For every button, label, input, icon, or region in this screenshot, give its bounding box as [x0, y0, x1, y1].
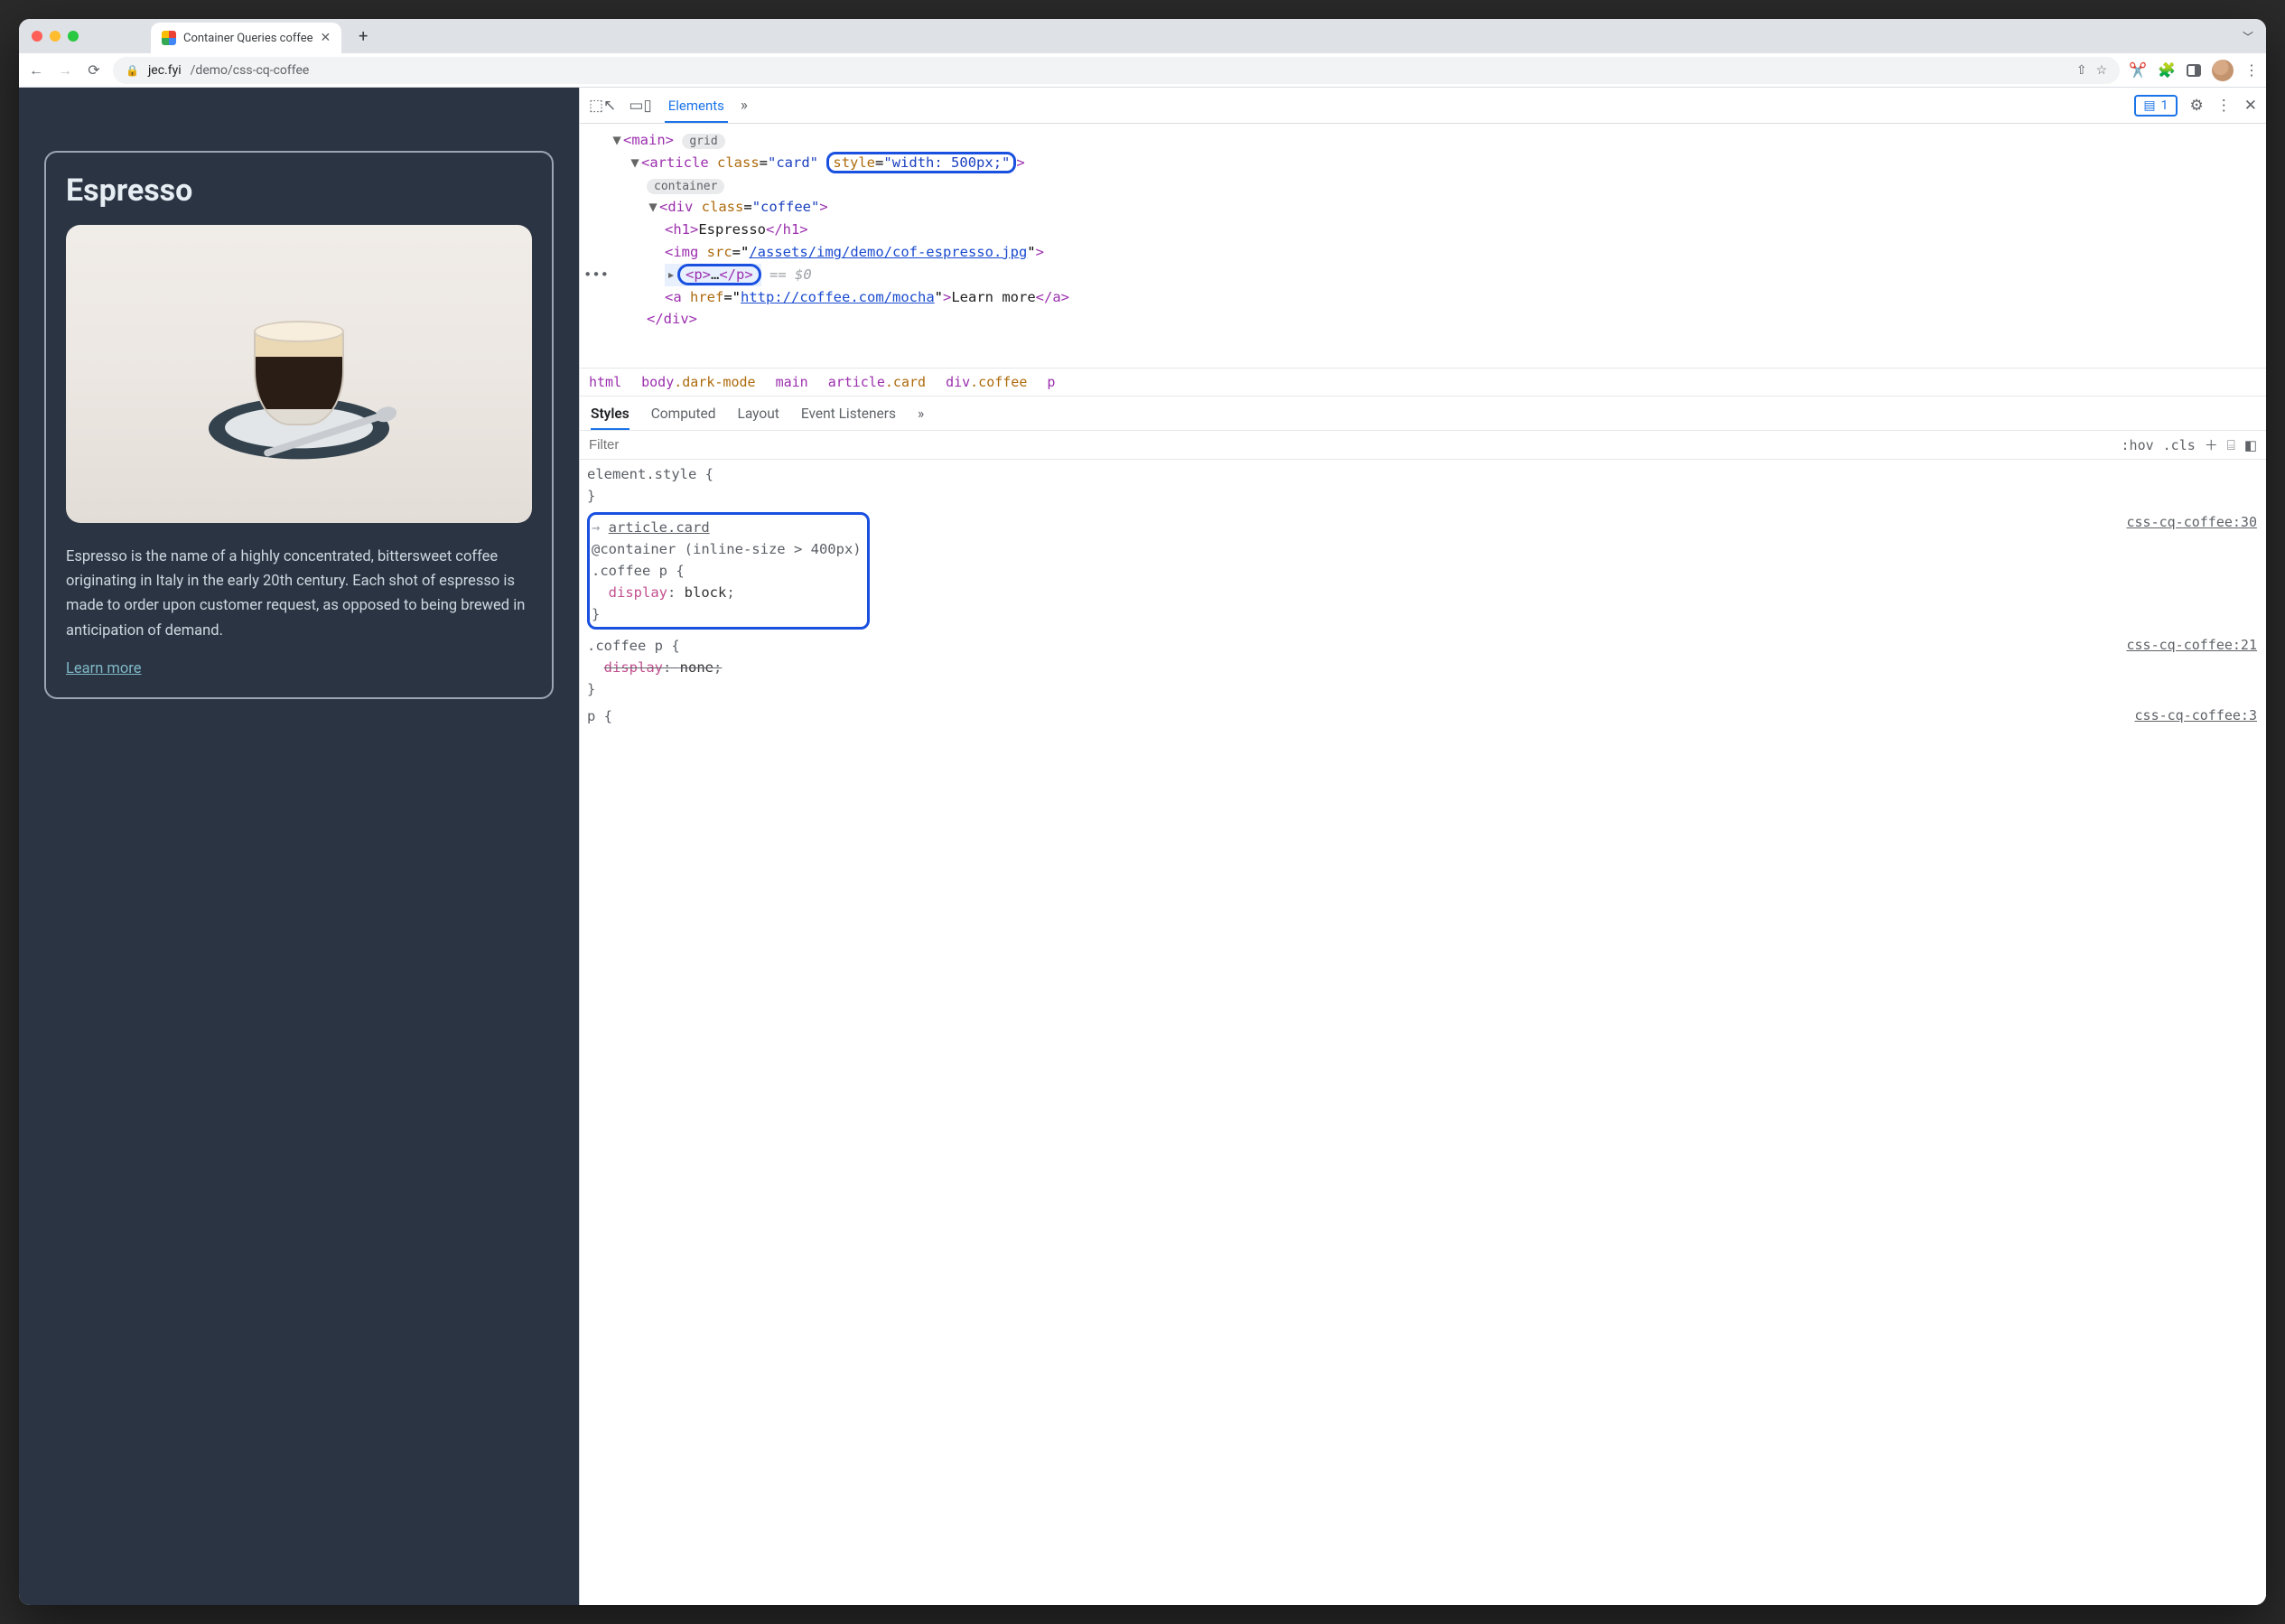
url-path: /demo/css-cq-coffee	[191, 63, 310, 78]
issues-count: 1	[2161, 98, 2168, 113]
style-rules-pane[interactable]: element.style {} → article.card @contain…	[580, 460, 2266, 1605]
browser-tab[interactable]: Container Queries coffee ✕	[151, 23, 341, 53]
close-devtools-icon[interactable]: ✕	[2244, 97, 2257, 115]
new-rule-icon[interactable]: ＋	[2205, 435, 2218, 454]
crumb-body: body.dark-mode	[641, 374, 755, 390]
devtools-tab-bar: ⬚↖ ▭▯ Elements » ▤ 1 ⚙ ⋮ ✕	[580, 88, 2266, 124]
tabs-overflow-icon[interactable]: ﹀	[2243, 29, 2253, 44]
styles-subtabs: Styles Computed Layout Event Listeners »	[580, 397, 2266, 431]
back-button[interactable]: ←	[26, 61, 46, 79]
page-viewport: Espresso Espresso is the name of a highl…	[19, 88, 579, 1605]
highlight-container-rule: → article.card @container (inline-size >…	[587, 512, 870, 630]
device-toggle-icon[interactable]: ▭▯	[629, 97, 651, 115]
styles-filter-input[interactable]	[589, 437, 2112, 453]
browser-toolbar: ← → ⟳ 🔒 jec.fyi/demo/css-cq-coffee ⇧ ☆ ✂…	[19, 53, 2266, 88]
maximize-window-button[interactable]	[68, 31, 79, 42]
highlight-p-element: <p>…</p>	[677, 264, 761, 285]
panel-icon[interactable]	[2187, 64, 2201, 77]
card-title: Espresso	[66, 173, 532, 209]
kebab-icon[interactable]: ⋮	[2216, 97, 2232, 115]
reload-button[interactable]: ⟳	[84, 61, 104, 79]
highlight-style-attr: style="width: 500px;"	[826, 152, 1016, 173]
elements-tree[interactable]: ▼<main> grid ▼<article class="card" styl…	[580, 124, 2266, 368]
subtab-styles[interactable]: Styles	[591, 397, 630, 430]
profile-avatar[interactable]	[2212, 60, 2234, 81]
elements-breadcrumb[interactable]: html body.dark-mode main article.card di…	[580, 368, 2266, 397]
close-window-button[interactable]	[32, 31, 42, 42]
tab-title: Container Queries coffee	[183, 32, 313, 45]
crumb-main: main	[776, 374, 808, 390]
minimize-window-button[interactable]	[50, 31, 61, 42]
rule-container-query: → article.card @container (inline-size >…	[587, 512, 2257, 630]
favicon-icon	[162, 31, 176, 45]
styles-filter-row: :hov .cls ＋ ⌸ ◧	[580, 431, 2266, 460]
extensions-icon[interactable]: 🧩	[2158, 61, 2176, 79]
cls-toggle[interactable]: .cls	[2163, 437, 2196, 453]
selected-p-row: ••• ▸<p>…</p> == $0	[585, 264, 2262, 286]
browser-menu-icon[interactable]: ⋮	[2244, 61, 2259, 79]
chat-icon: ▤	[2143, 98, 2155, 113]
computed-styles-icon[interactable]: ⌸	[2227, 437, 2235, 453]
coffee-image	[66, 225, 532, 523]
rule-source-link[interactable]: css-cq-coffee:30	[2127, 512, 2258, 533]
tabs-more-icon[interactable]: »	[741, 97, 748, 115]
subtab-computed[interactable]: Computed	[651, 406, 716, 422]
subtab-layout[interactable]: Layout	[738, 406, 779, 422]
bookmark-icon[interactable]: ☆	[2096, 63, 2108, 78]
subtabs-more-icon[interactable]: »	[918, 406, 924, 422]
container-badge[interactable]: container	[647, 179, 724, 194]
grid-badge[interactable]: grid	[682, 134, 724, 149]
window-controls	[32, 31, 79, 42]
rule-source-link[interactable]: css-cq-coffee:21	[2127, 635, 2258, 656]
close-tab-icon[interactable]: ✕	[321, 31, 331, 45]
card-description: Espresso is the name of a highly concent…	[66, 545, 532, 643]
issues-badge[interactable]: ▤ 1	[2134, 95, 2177, 117]
browser-window: Container Queries coffee ✕ + ﹀ ← → ⟳ 🔒 j…	[19, 19, 2266, 1605]
scissors-extension-icon[interactable]: ✂️	[2129, 61, 2147, 79]
rule-coffee-p-overridden: .coffee p { css-cq-coffee:21 display: no…	[587, 635, 2257, 700]
crumb-div: div.coffee	[946, 374, 1027, 390]
inspect-icon[interactable]: ⬚↖	[589, 97, 616, 115]
subtab-event-listeners[interactable]: Event Listeners	[801, 406, 896, 422]
rule-element-style: element.style {}	[587, 463, 2257, 507]
title-bar: Container Queries coffee ✕ + ﹀	[19, 19, 2266, 53]
address-bar[interactable]: 🔒 jec.fyi/demo/css-cq-coffee ⇧ ☆	[113, 57, 2120, 84]
share-icon[interactable]: ⇧	[2076, 63, 2087, 78]
hov-toggle[interactable]: :hov	[2122, 437, 2154, 453]
lock-icon: 🔒	[126, 64, 139, 77]
new-tab-button[interactable]: +	[350, 23, 376, 49]
learn-more-link[interactable]: Learn more	[66, 660, 141, 677]
crumb-article: article.card	[828, 374, 926, 390]
url-host: jec.fyi	[148, 63, 182, 78]
ellipsis-icon[interactable]: •••	[583, 264, 609, 286]
rule-source-link[interactable]: css-cq-coffee:3	[2135, 705, 2257, 726]
devtools-panel: ⬚↖ ▭▯ Elements » ▤ 1 ⚙ ⋮ ✕ ▼<main> grid …	[579, 88, 2266, 1605]
toggle-sidebar-icon[interactable]: ◧	[2244, 437, 2257, 453]
gear-icon[interactable]: ⚙	[2190, 97, 2204, 115]
toolbar-extensions: ✂️ 🧩 ⋮	[2129, 60, 2259, 81]
coffee-card: Espresso Espresso is the name of a highl…	[44, 151, 554, 699]
tab-elements[interactable]: Elements	[665, 89, 728, 123]
forward-button[interactable]: →	[55, 61, 75, 79]
rule-p: p { css-cq-coffee:3	[587, 705, 2257, 727]
crumb-html: html	[589, 374, 621, 390]
crumb-p: p	[1047, 374, 1055, 390]
